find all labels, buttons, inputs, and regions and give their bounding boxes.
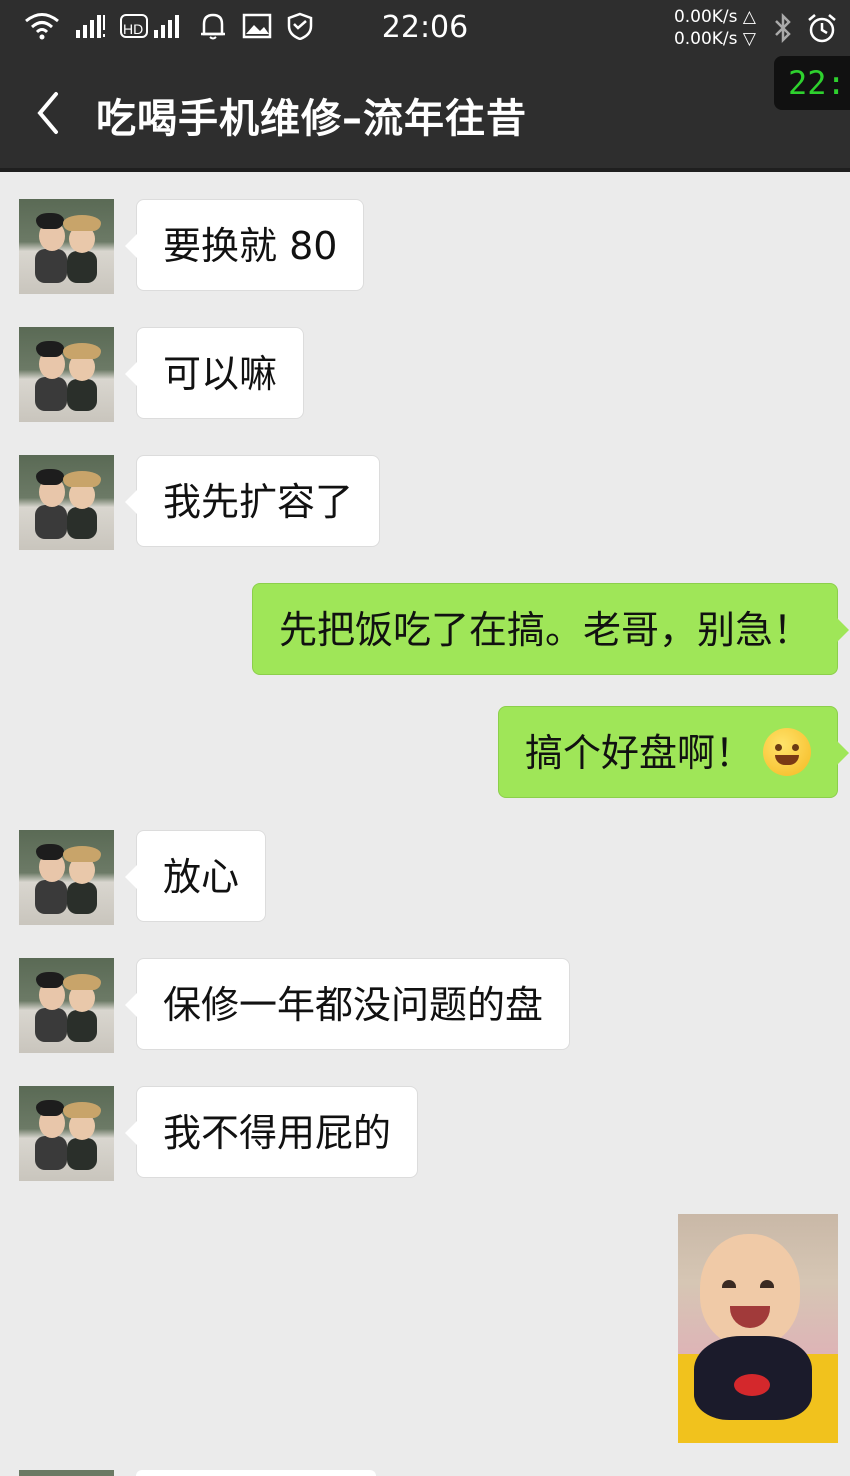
message-bubble-incoming[interactable]: 保修一年都没问题的盘 — [124, 958, 571, 1050]
contact-avatar[interactable] — [19, 1086, 114, 1181]
network-speed: 0.00K/s △ 0.00K/s ▽ — [674, 6, 756, 50]
contact-avatar[interactable] — [19, 1470, 114, 1476]
alarm-icon — [806, 12, 838, 51]
message-bubble-incoming[interactable]: 可以嘛 — [124, 327, 305, 419]
net-upload: 0.00K/s △ — [673, 7, 756, 27]
message-bubble-outgoing[interactable]: 先把饭吃了在搞。老哥，别急！ — [251, 583, 850, 675]
message-bubble-incoming[interactable]: 我先扩容了 — [124, 455, 381, 547]
contact-avatar[interactable] — [19, 958, 114, 1053]
message-bubble-incoming[interactable]: 我不得用屁的 — [124, 1086, 419, 1178]
chat-header: 吃喝手机维修–流年往昔 — [0, 58, 850, 172]
contact-avatar[interactable] — [19, 327, 114, 422]
message-bubble-outgoing[interactable]: 搞个好盘啊！ — [497, 706, 850, 798]
contact-avatar[interactable] — [19, 199, 114, 294]
contact-avatar[interactable] — [19, 455, 114, 550]
net-download: 0.00K/s ▽ — [673, 29, 756, 49]
back-arrow-icon[interactable] — [30, 86, 70, 136]
chat-title: 吃喝手机维修–流年往昔 — [96, 96, 527, 142]
grinning-face-icon — [763, 727, 811, 776]
message-bubble-incoming[interactable]: 要换就 80 — [124, 199, 365, 291]
message-bubble-incoming[interactable] — [136, 1470, 376, 1476]
message-bubble-incoming[interactable]: 放心 — [124, 830, 267, 922]
bluetooth-icon — [772, 12, 794, 51]
message-text: 搞个好盘啊！ — [524, 731, 753, 775]
floating-clock-widget[interactable]: 22: — [774, 56, 850, 110]
status-bar: HD 22:06 0.00K/s △ 0.00K/s ▽ — [0, 0, 850, 58]
status-right-icons — [772, 12, 838, 51]
image-message-baby-photo[interactable] — [678, 1214, 838, 1443]
contact-avatar[interactable] — [19, 830, 114, 925]
